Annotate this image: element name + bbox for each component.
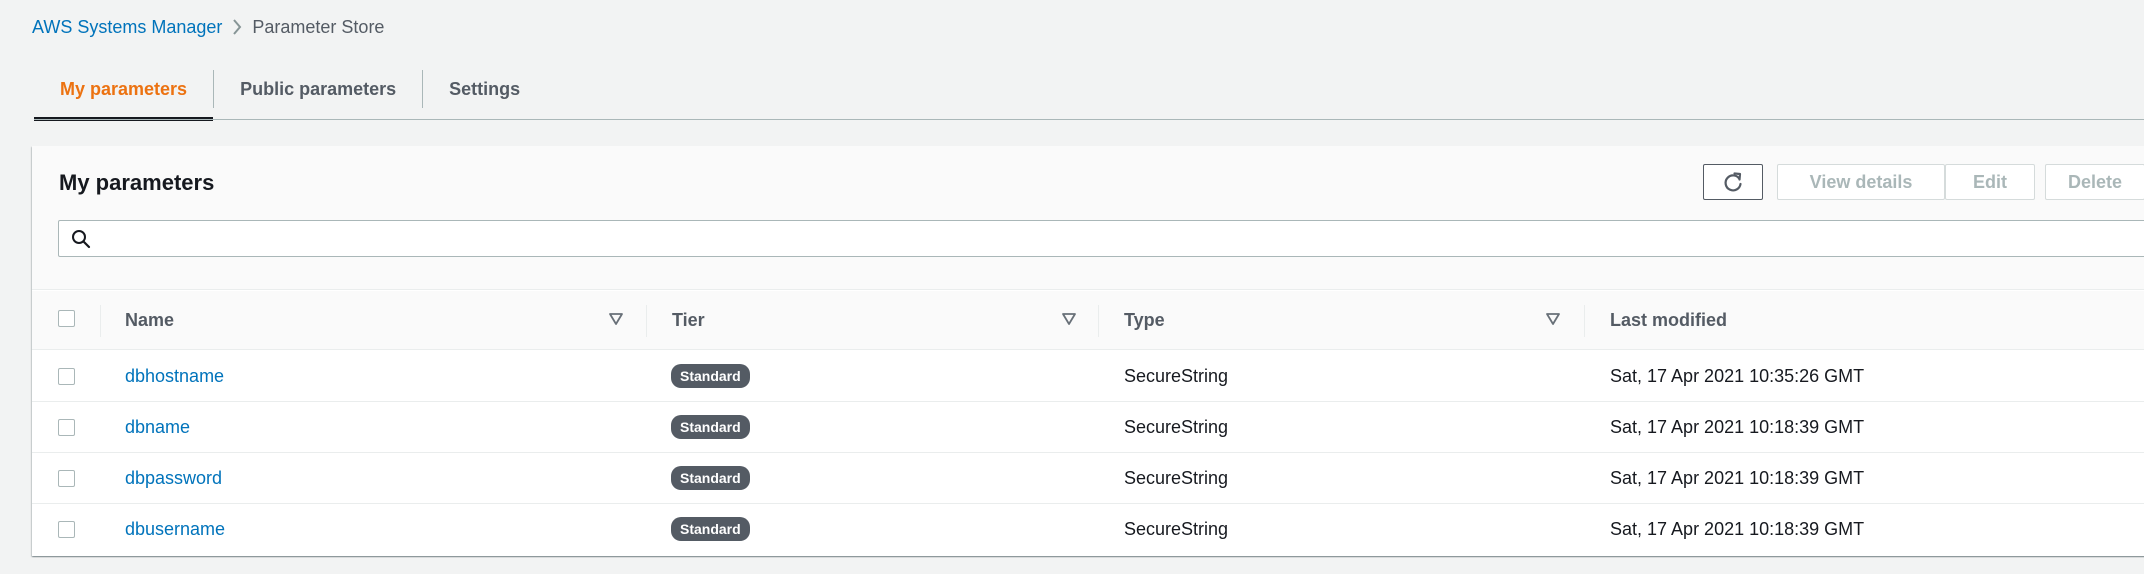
type-cell: SecureString <box>1124 467 1229 488</box>
column-header-last-modified[interactable]: Last modified <box>1610 291 1727 350</box>
breadcrumb-current: Parameter Store <box>252 16 385 37</box>
column-divider <box>646 305 647 337</box>
type-cell: SecureString <box>1124 365 1229 386</box>
column-divider <box>100 305 101 337</box>
tab-settings[interactable]: Settings <box>423 58 546 120</box>
parameter-name-link[interactable]: dbusername <box>125 504 225 554</box>
select-all-checkbox[interactable] <box>58 310 75 327</box>
edit-button[interactable]: Edit <box>1945 164 2035 200</box>
last-modified-cell: Sat, 17 Apr 2021 10:18:39 GMT <box>1610 518 1865 539</box>
table-header: Name Tier Type Last modified <box>32 291 2144 350</box>
last-modified-cell: Sat, 17 Apr 2021 10:18:39 GMT <box>1610 467 1865 488</box>
table-row[interactable]: dbusername Standard SecureString Sat, 17… <box>32 504 2144 555</box>
tab-my-parameters[interactable]: My parameters <box>34 58 214 121</box>
type-cell: SecureString <box>1124 416 1229 437</box>
column-divider <box>1584 305 1585 337</box>
search-box <box>58 220 2144 257</box>
column-header-type[interactable]: Type <box>1124 291 1165 350</box>
last-modified-cell: Sat, 17 Apr 2021 10:18:39 GMT <box>1610 416 1865 437</box>
table-row[interactable]: dbhostname Standard SecureString Sat, 17… <box>32 351 2144 402</box>
delete-button[interactable]: Delete <box>2045 164 2144 200</box>
column-divider <box>1098 305 1099 337</box>
tabs-underline <box>34 119 2144 120</box>
column-header-tier[interactable]: Tier <box>672 291 705 350</box>
breadcrumb: AWS Systems Manager Parameter Store <box>32 14 384 40</box>
tier-cell: Standard <box>671 504 750 554</box>
table-row[interactable]: dbpassword Standard SecureString Sat, 17… <box>32 453 2144 504</box>
panel-title: My parameters <box>59 170 215 195</box>
tier-cell: Standard <box>671 453 750 503</box>
refresh-icon <box>1724 172 1742 192</box>
search-icon <box>72 230 91 249</box>
table-row[interactable]: dbname Standard SecureString Sat, 17 Apr… <box>32 402 2144 453</box>
breadcrumb-systems-manager-link[interactable]: AWS Systems Manager <box>32 17 222 38</box>
tab-bar: My parameters Public parameters Settings <box>34 58 546 121</box>
tier-badge: Standard <box>671 517 750 541</box>
last-modified-cell: Sat, 17 Apr 2021 10:35:26 GMT <box>1610 365 1865 386</box>
view-details-button[interactable]: View details <box>1777 164 1945 200</box>
search-input[interactable] <box>99 222 2139 255</box>
row-checkbox[interactable] <box>58 470 75 487</box>
refresh-button[interactable] <box>1703 164 1763 200</box>
row-checkbox[interactable] <box>58 368 75 385</box>
parameter-name-link[interactable]: dbpassword <box>125 453 222 503</box>
parameter-name-link[interactable]: dbhostname <box>125 351 224 401</box>
sort-triangle-icon[interactable] <box>608 312 624 326</box>
chevron-right-icon <box>222 17 252 37</box>
parameters-panel: My parameters View details Edit Delete N… <box>32 146 2144 556</box>
tier-badge: Standard <box>671 466 750 490</box>
type-cell: SecureString <box>1124 518 1229 539</box>
tier-cell: Standard <box>671 402 750 452</box>
tier-badge: Standard <box>671 415 750 439</box>
tier-badge: Standard <box>671 364 750 388</box>
parameter-name-link[interactable]: dbname <box>125 402 190 452</box>
row-checkbox[interactable] <box>58 521 75 538</box>
tab-public-parameters[interactable]: Public parameters <box>214 58 422 120</box>
sort-triangle-icon[interactable] <box>1061 312 1077 326</box>
panel-header: My parameters View details Edit Delete <box>32 146 2144 290</box>
row-checkbox[interactable] <box>58 419 75 436</box>
tier-cell: Standard <box>671 351 750 401</box>
sort-triangle-icon[interactable] <box>1545 312 1561 326</box>
column-header-name[interactable]: Name <box>125 291 174 350</box>
